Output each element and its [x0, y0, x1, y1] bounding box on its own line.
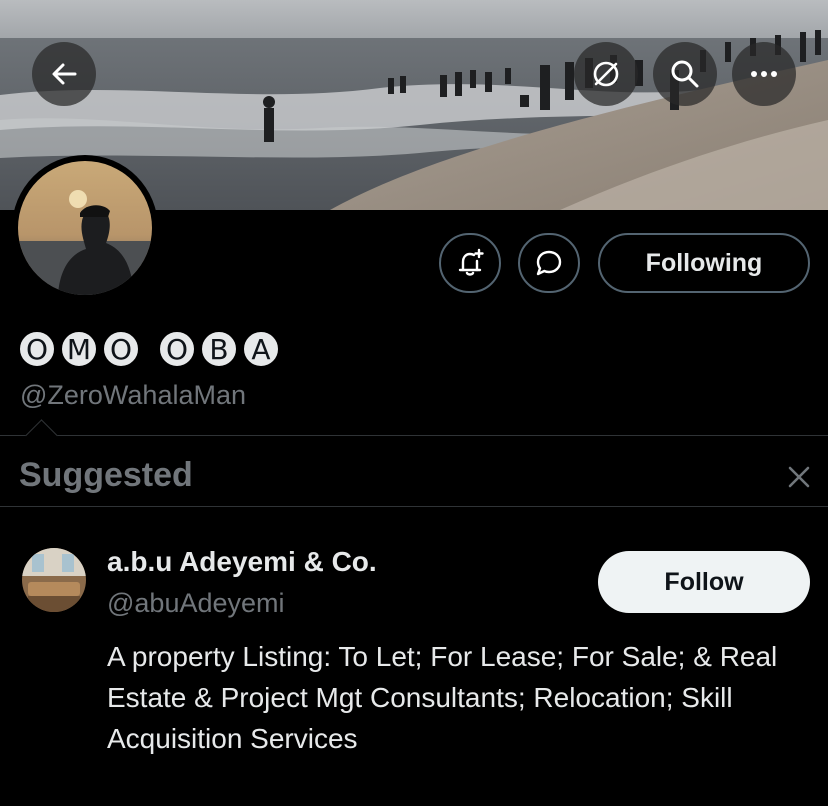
profile-avatar[interactable]: [12, 155, 158, 301]
search-icon: [671, 60, 699, 88]
profile-handle: @ZeroWahalaMan: [20, 380, 246, 410]
back-button[interactable]: [32, 42, 96, 106]
suggested-title: Suggested: [19, 456, 193, 494]
avatar-image: [22, 548, 86, 612]
suggested-account-name[interactable]: a.b.u Adeyemi & Co.: [107, 546, 377, 578]
section-divider: [0, 506, 828, 507]
more-dots-icon: [751, 71, 777, 77]
search-button[interactable]: [653, 42, 717, 106]
message-button[interactable]: [518, 233, 580, 293]
section-divider: [0, 435, 828, 436]
message-bubble-icon: [536, 250, 562, 276]
name-letter: M: [60, 330, 98, 368]
close-icon: [788, 466, 810, 488]
notify-button[interactable]: [439, 233, 501, 293]
name-letter: O: [102, 330, 140, 368]
display-name: O M O O B A: [18, 330, 280, 368]
name-letter: A: [242, 330, 280, 368]
more-button[interactable]: [732, 42, 796, 106]
name-letter: O: [18, 330, 56, 368]
grok-icon: [593, 61, 619, 87]
grok-button[interactable]: [574, 42, 638, 106]
follow-button[interactable]: Follow: [598, 551, 810, 613]
suggested-account-handle[interactable]: @abuAdeyemi: [107, 588, 285, 619]
arrow-left-icon: [52, 63, 77, 85]
suggested-caret: [25, 419, 58, 452]
bell-plus-icon: [458, 248, 484, 276]
avatar-image: [18, 161, 152, 295]
suggested-account-avatar[interactable]: [22, 548, 86, 612]
following-button[interactable]: Following: [598, 233, 810, 293]
name-letter: B: [200, 330, 238, 368]
name-letter: O: [158, 330, 196, 368]
dismiss-suggested-button[interactable]: [784, 462, 814, 492]
suggested-account-bio: A property Listing: To Let; For Lease; F…: [107, 641, 778, 754]
